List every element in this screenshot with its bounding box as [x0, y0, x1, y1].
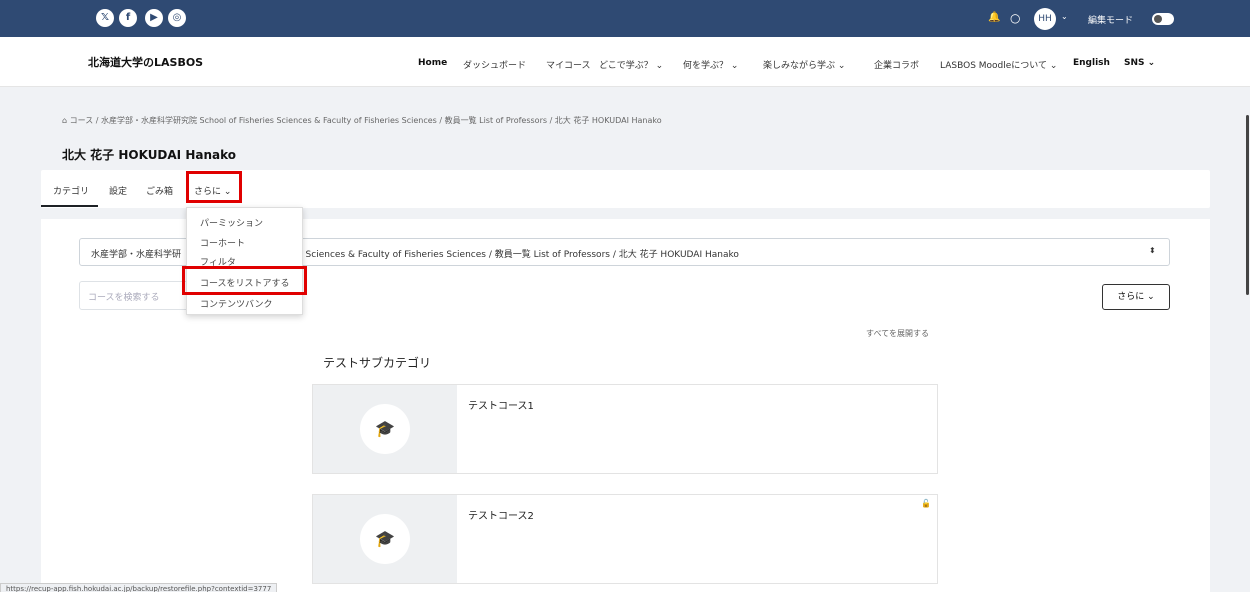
- nav-my-courses[interactable]: マイコース: [546, 58, 591, 71]
- facebook-icon[interactable]: f: [119, 9, 137, 27]
- nav-where-to-learn[interactable]: どこで学ぶ？ ⌄: [599, 58, 663, 71]
- instagram-icon[interactable]: ◎: [168, 9, 186, 27]
- nav-sns[interactable]: SNS ⌄: [1124, 58, 1155, 68]
- highlight-more-tab: [186, 171, 242, 203]
- unlock-icon: 🔓: [921, 499, 931, 508]
- status-bar-url: https://recup-app.fish.hokudai.ac.jp/bac…: [0, 583, 278, 592]
- more-button[interactable]: さらに ⌄: [1102, 284, 1170, 310]
- edit-mode-toggle[interactable]: [1152, 13, 1174, 25]
- course-image: 🎓: [313, 385, 457, 473]
- category-select-left-text: 水産学部・水産科学研: [91, 250, 182, 260]
- category-select-right-text: s Sciences & Faculty of Fisheries Scienc…: [298, 250, 739, 260]
- nav-dashboard[interactable]: ダッシュボード: [463, 58, 526, 71]
- youtube-icon[interactable]: ▶: [145, 9, 163, 27]
- expand-all-link[interactable]: すべてを展開する: [866, 328, 929, 339]
- subcategory-title[interactable]: テストサブカテゴリ: [323, 354, 431, 371]
- graduation-cap-icon: 🎓: [360, 404, 410, 454]
- tab-settings[interactable]: 設定: [109, 184, 127, 197]
- nav-about-lasbos[interactable]: LASBOS Moodleについて ⌄: [940, 58, 1057, 71]
- notification-bell-icon[interactable]: 🔔: [988, 11, 1000, 25]
- page-scrollbar-thumb[interactable]: [1246, 115, 1249, 295]
- nav-home[interactable]: Home: [418, 58, 447, 68]
- user-menu-chevron-icon[interactable]: ⌄: [1061, 12, 1068, 21]
- message-icon[interactable]: ○: [1010, 11, 1020, 25]
- select-arrow-icon: ⬍: [1149, 246, 1156, 255]
- tab-category[interactable]: カテゴリ: [53, 184, 89, 197]
- graduation-cap-icon: 🎓: [360, 514, 410, 564]
- user-avatar[interactable]: HH: [1034, 8, 1056, 30]
- tab-recycle-bin[interactable]: ごみ箱: [146, 184, 173, 197]
- x-icon[interactable]: 𝕏: [96, 9, 114, 27]
- course-image: 🎓: [313, 495, 457, 583]
- menu-item-permissions[interactable]: パーミッション: [200, 216, 263, 229]
- nav-learn-for-fun[interactable]: 楽しみながら学ぶ ⌄: [763, 58, 845, 71]
- active-tab-underline: [41, 205, 98, 207]
- menu-item-cohorts[interactable]: コーホート: [200, 236, 245, 249]
- course-title[interactable]: テストコース1: [468, 397, 534, 412]
- course-card[interactable]: 🎓 テストコース1: [312, 384, 938, 474]
- nav-what-to-learn[interactable]: 何を学ぶ？ ⌄: [683, 58, 738, 71]
- menu-item-content-bank[interactable]: コンテンツバンク: [200, 297, 272, 310]
- breadcrumb[interactable]: ⌂ コース / 水産学部・水産科学研究院 School of Fisheries…: [62, 115, 662, 126]
- nav-corporate-collab[interactable]: 企業コラボ: [874, 58, 919, 71]
- course-card[interactable]: 🎓 テストコース2 🔓: [312, 494, 938, 584]
- page-title: 北大 花子 HOKUDAI Hanako: [62, 148, 237, 162]
- site-brand[interactable]: 北海道大学のLASBOS: [88, 54, 203, 70]
- course-title[interactable]: テストコース2: [468, 507, 534, 522]
- highlight-restore-course: [182, 266, 307, 295]
- course-search-placeholder: コースを検索する: [88, 293, 160, 303]
- edit-mode-label: 編集モード: [1088, 16, 1134, 26]
- toggle-knob: [1154, 15, 1162, 23]
- nav-english[interactable]: English: [1073, 58, 1110, 68]
